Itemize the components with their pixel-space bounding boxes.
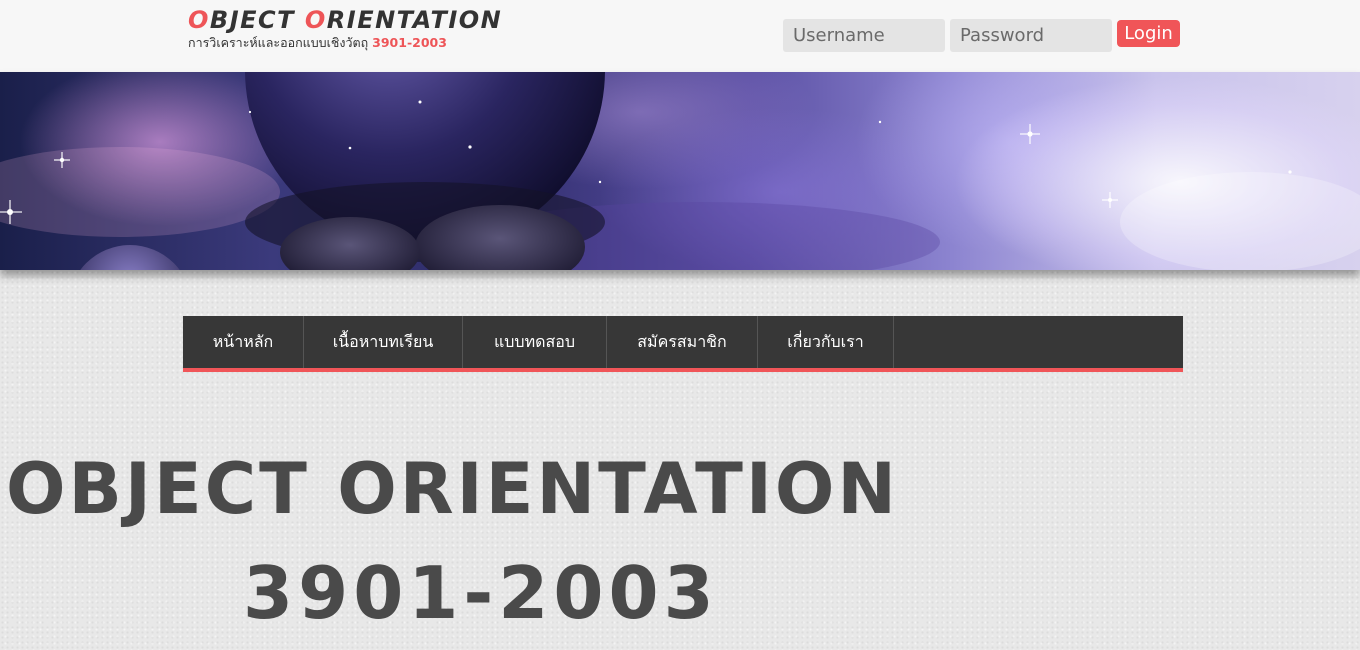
nav-item-quiz[interactable]: แบบทดสอบ [463, 316, 607, 368]
nav-item-register[interactable]: สมัครสมาชิก [607, 316, 758, 368]
nav-item-lessons[interactable]: เนื้อหาบทเรียน [304, 316, 463, 368]
password-input[interactable] [950, 19, 1112, 52]
banner-artwork [0, 72, 1360, 270]
brand-title-initial-1: O [188, 6, 210, 34]
brand-title-word-1: BJECT [209, 6, 305, 34]
nav-item-home[interactable]: หน้าหลัก [183, 316, 304, 368]
brand-logo[interactable]: OBJECT ORIENTATION การวิเคราะห์และออกแบบ… [188, 6, 502, 52]
brand-title-word-2: RIENTATION [326, 6, 503, 34]
space-banner-image [0, 72, 1360, 270]
brand-subtitle-row: การวิเคราะห์และออกแบบเชิงวัตถุ 3901-2003 [188, 34, 502, 52]
brand-title: OBJECT ORIENTATION [188, 6, 502, 34]
brand-subtitle: การวิเคราะห์และออกแบบเชิงวัตถุ [188, 35, 369, 50]
login-form: Login [783, 19, 1180, 52]
brand-title-initial-2: O [304, 6, 327, 34]
hero-title: OBJECT ORIENTATION [6, 448, 900, 530]
brand-code: 3901-2003 [372, 35, 447, 50]
login-button[interactable]: Login [1117, 19, 1180, 47]
hero-course-code: 3901-2003 [243, 551, 719, 635]
main-nav: หน้าหลัก เนื้อหาบทเรียน แบบทดสอบ สมัครสม… [183, 316, 1183, 372]
username-input[interactable] [783, 19, 945, 52]
top-bar: OBJECT ORIENTATION การวิเคราะห์และออกแบบ… [0, 0, 1360, 72]
nav-item-about[interactable]: เกี่ยวกับเรา [758, 316, 894, 368]
